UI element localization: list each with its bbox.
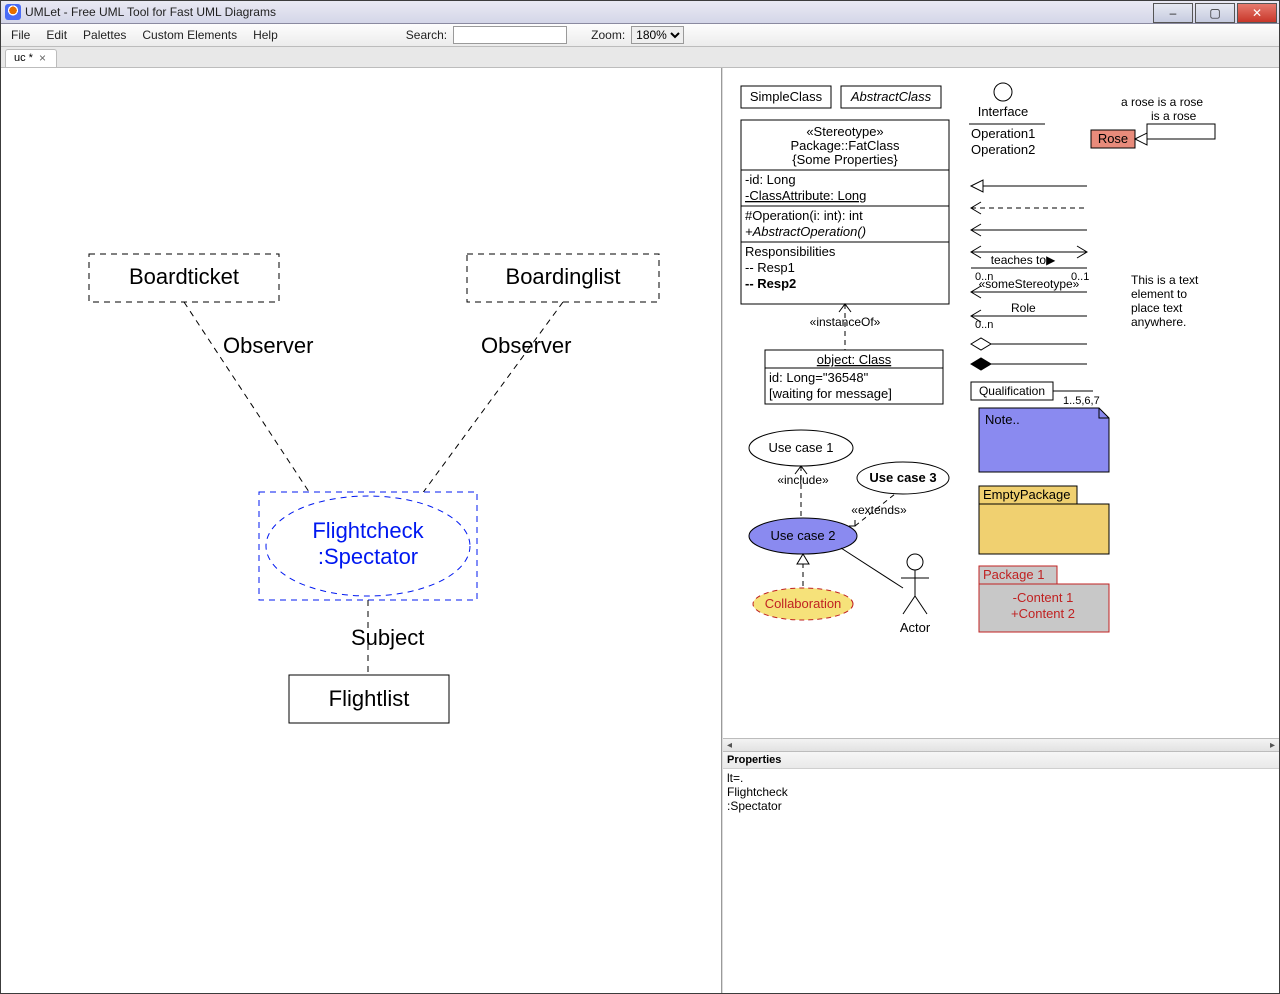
fat-op2: +AbstractOperation() — [745, 224, 866, 239]
qual-mult: 1..5,6,7 — [1063, 395, 1100, 407]
canvas-svg[interactable]: Boardticket Boardinglist Observer Observ… — [1, 68, 721, 988]
palette-rose-t: Rose — [1098, 131, 1128, 146]
flightcheck-l2: :Spectator — [318, 544, 418, 569]
fat-id: -id: Long — [745, 172, 796, 187]
uc1-t: Use case 1 — [768, 440, 833, 455]
tab-close-icon[interactable]: × — [39, 51, 46, 65]
uc3-t: Use case 3 — [869, 470, 936, 485]
freetext-l1[interactable]: This is a text — [1131, 273, 1199, 287]
tab-strip: uc * × — [1, 47, 1279, 68]
palette-svg[interactable]: SimpleClass AbstractClass Interface Oper… — [723, 68, 1279, 728]
tab-uc[interactable]: uc * × — [5, 49, 57, 67]
palette-op2: Operation2 — [971, 142, 1035, 157]
freetext-l4: anywhere. — [1131, 315, 1186, 329]
java-icon — [5, 4, 21, 20]
palette-interface-icon[interactable] — [994, 83, 1012, 101]
palette-pane[interactable]: SimpleClass AbstractClass Interface Oper… — [723, 68, 1279, 738]
emptypkg-t: EmptyPackage — [983, 487, 1070, 502]
somestereo-t: «someStereotype» — [979, 277, 1080, 291]
pkg1-c1: -Content 1 — [1013, 590, 1074, 605]
properties-header: Properties — [723, 752, 1279, 769]
obj-l1: id: Long="36548" — [769, 370, 869, 385]
palette-interface-label: Interface — [978, 104, 1029, 119]
actor-t: Actor — [900, 620, 931, 635]
role-t: Role — [1011, 301, 1036, 315]
uc2-t: Use case 2 — [770, 528, 835, 543]
palette-rose-txt1: a rose is a rose — [1121, 95, 1203, 109]
include-t: «include» — [777, 473, 829, 487]
palette-op1: Operation1 — [971, 126, 1035, 141]
title-bar[interactable]: UMLet - Free UML Tool for Fast UML Diagr… — [1, 1, 1279, 24]
obj-l2: [waiting for message] — [769, 386, 892, 401]
link-left[interactable] — [184, 302, 313, 498]
flightcheck-l1: Flightcheck — [312, 518, 424, 543]
palette-emptypkg[interactable] — [979, 504, 1109, 554]
tab-label: uc * — [14, 52, 33, 64]
fat-stereo: «Stereotype» — [806, 124, 883, 139]
note-t: Note.. — [985, 412, 1020, 427]
fat-resp2: -- Resp2 — [745, 276, 796, 291]
menu-palettes[interactable]: Palettes — [75, 26, 134, 44]
search-input[interactable] — [453, 26, 567, 44]
close-button[interactable]: ✕ — [1237, 3, 1277, 23]
fat-resp1: -- Resp1 — [745, 260, 795, 275]
extends-t: «extends» — [851, 503, 907, 517]
right-pane: SimpleClass AbstractClass Interface Oper… — [722, 68, 1279, 993]
diagram-canvas[interactable]: Boardticket Boardinglist Observer Observ… — [1, 68, 722, 993]
main-split: Boardticket Boardinglist Observer Observ… — [1, 68, 1279, 993]
menu-bar: File Edit Palettes Custom Elements Help … — [1, 24, 1279, 47]
maximize-button[interactable]: ▢ — [1195, 3, 1235, 23]
fat-props: {Some Properties} — [792, 152, 898, 167]
minimize-button[interactable]: – — [1153, 3, 1193, 23]
properties-editor[interactable]: lt=. Flightcheck :Spectator — [723, 769, 1279, 993]
link-right[interactable] — [419, 302, 563, 498]
obj-head: object: Class — [817, 352, 892, 367]
observer-left-label: Observer — [223, 333, 313, 358]
palette-arrow-open[interactable] — [971, 180, 1087, 192]
flightlist-text: Flightlist — [329, 686, 410, 711]
app-title: UMLet - Free UML Tool for Fast UML Diagr… — [25, 5, 276, 19]
freetext-l2: element to — [1131, 287, 1187, 301]
mult-left2: 0..n — [975, 319, 993, 331]
menu-help[interactable]: Help — [245, 26, 286, 44]
qual-t: Qualification — [979, 384, 1045, 398]
pkg1-c2: +Content 2 — [1011, 606, 1075, 621]
menu-custom-elements[interactable]: Custom Elements — [134, 26, 245, 44]
palette-aggregation[interactable] — [971, 338, 1087, 350]
pkg1-t: Package 1 — [983, 567, 1044, 582]
palette-composition[interactable] — [971, 358, 1087, 370]
palette-rose-txt2: is a rose — [1151, 109, 1197, 123]
observer-right-label: Observer — [481, 333, 571, 358]
palette-arrow-solid[interactable] — [971, 224, 1087, 236]
fat-classattr: -ClassAttribute: Long — [745, 188, 866, 203]
zoom-select[interactable]: 180% — [631, 26, 684, 44]
subject-label: Subject — [351, 625, 424, 650]
collab-t: Collaboration — [765, 596, 842, 611]
menu-edit[interactable]: Edit — [38, 26, 75, 44]
palette-simpleclass-t: SimpleClass — [750, 89, 823, 104]
palette-instanceof: «instanceOf» — [810, 315, 881, 329]
svg-text:teaches to▶: teaches to▶ — [991, 253, 1056, 267]
actor-icon[interactable] — [907, 554, 923, 570]
fat-pkg: Package::FatClass — [790, 138, 900, 153]
window: UMLet - Free UML Tool for Fast UML Diagr… — [0, 0, 1280, 994]
freetext-l3: place text — [1131, 301, 1183, 315]
palette-arrow-dashed[interactable] — [971, 202, 1087, 214]
palette-abstractclass-t: AbstractClass — [850, 89, 932, 104]
menu-file[interactable]: File — [3, 26, 38, 44]
boardinglist-text: Boardinglist — [506, 264, 621, 289]
fat-op1: #Operation(i: int): int — [745, 208, 863, 223]
boardticket-text: Boardticket — [129, 264, 239, 289]
fat-resp-h: Responsibilities — [745, 244, 836, 259]
search-label: Search: — [406, 28, 447, 42]
splitter[interactable]: ◂▸ — [723, 738, 1279, 752]
zoom-label: Zoom: — [591, 28, 625, 42]
